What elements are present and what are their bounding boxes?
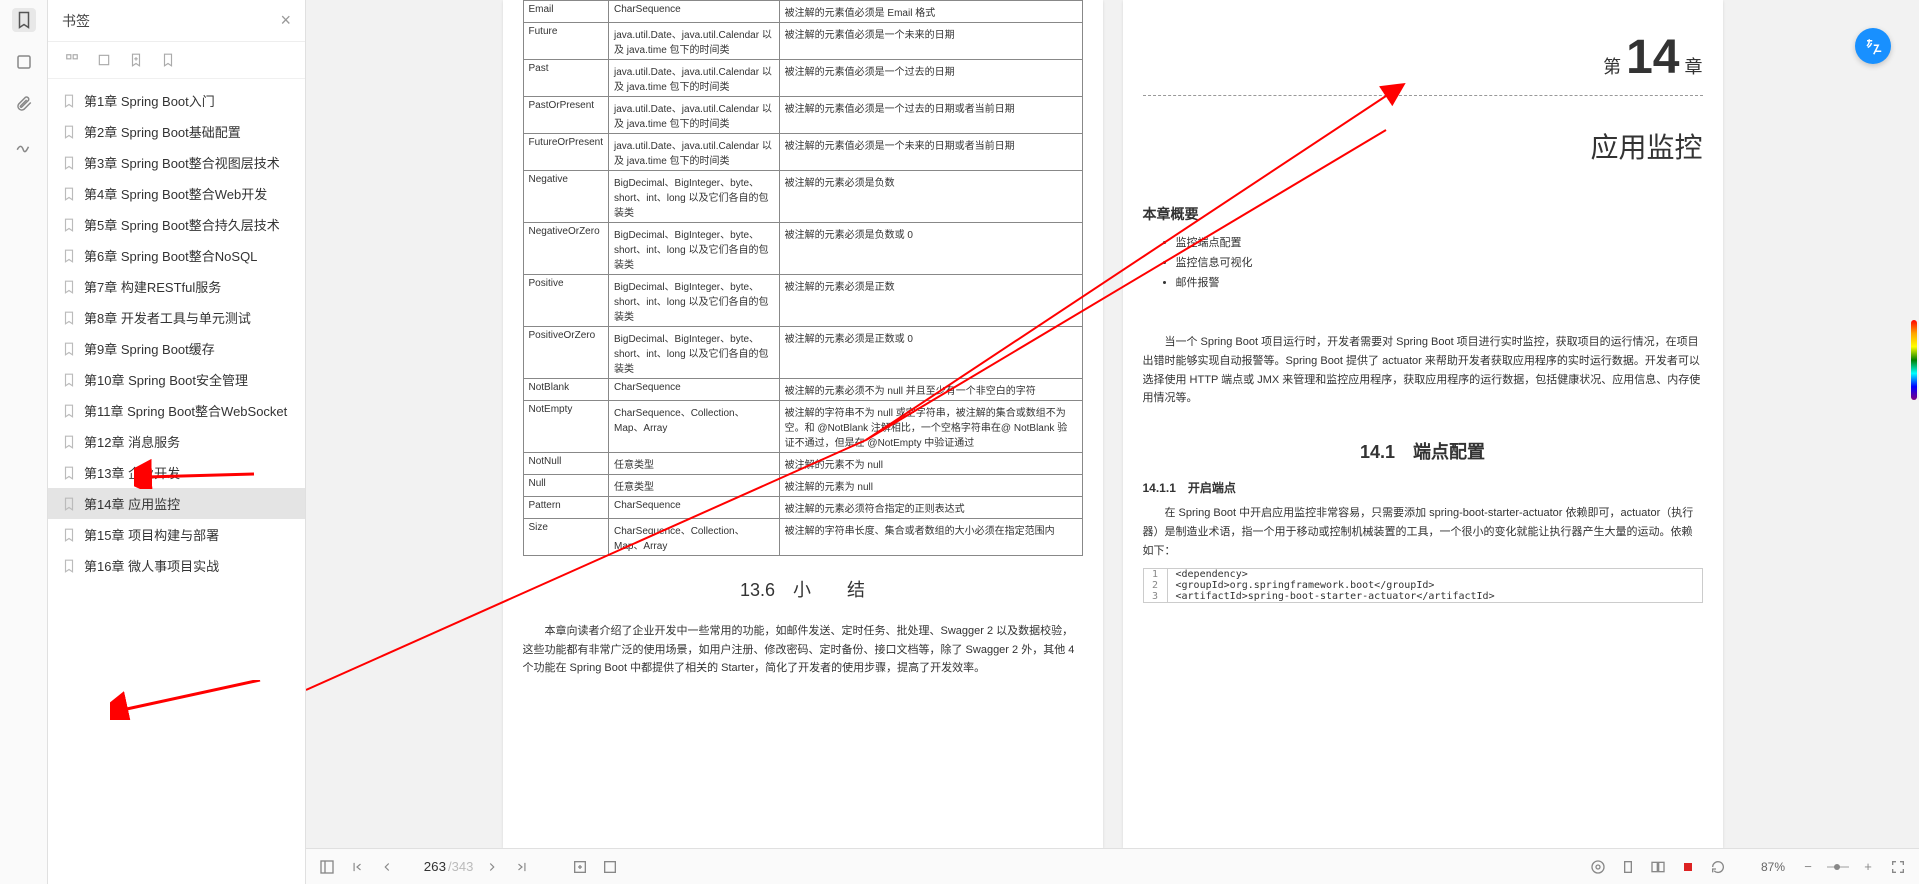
overview-label: 本章概要 — [1143, 204, 1703, 224]
bookmark-item[interactable]: 第7章 构建RESTful服务 — [48, 271, 305, 302]
color-strip[interactable] — [1911, 320, 1917, 400]
read-mode-icon[interactable] — [1587, 856, 1609, 878]
chapter-title: 应用监控 — [1143, 126, 1703, 174]
overview-item: 监控端点配置 — [1176, 234, 1703, 254]
first-page-icon[interactable] — [346, 856, 368, 878]
expand-all-icon[interactable] — [62, 50, 82, 70]
bookmark-item[interactable]: 第4章 Spring Boot整合Web开发 — [48, 178, 305, 209]
prev-page-icon[interactable] — [376, 856, 398, 878]
section-summary: 本章向读者介绍了企业开发中一些常用的功能，如邮件发送、定时任务、批处理、Swag… — [523, 622, 1083, 678]
bookmark-item[interactable]: 第9章 Spring Boot缓存 — [48, 333, 305, 364]
table-row: NegativeOrZeroBigDecimal、BigInteger、byte… — [523, 223, 1082, 275]
sidebar-title: 书签 — [62, 11, 90, 31]
validation-table: EmailCharSequence被注解的元素值必须是 Email 格式Futu… — [523, 0, 1083, 556]
two-page-icon[interactable] — [1647, 856, 1669, 878]
overview-list: 监控端点配置监控信息可视化邮件报警 — [1176, 234, 1703, 293]
bookmark-outline-icon[interactable] — [158, 50, 178, 70]
fullscreen-icon[interactable] — [1887, 856, 1909, 878]
table-row: NotNull任意类型被注解的元素不为 null — [523, 453, 1082, 475]
subsection-paragraph: 在 Spring Boot 中开启应用监控非常容易，只需要添加 spring-b… — [1143, 504, 1703, 560]
bookmark-item[interactable]: 第10章 Spring Boot安全管理 — [48, 364, 305, 395]
footer-toolbar: /343 87% − + — [306, 848, 1919, 884]
table-row: Null任意类型被注解的元素为 null — [523, 475, 1082, 497]
bookmark-icon[interactable] — [12, 8, 36, 32]
table-row: EmailCharSequence被注解的元素值必须是 Email 格式 — [523, 1, 1082, 23]
bookmark-item[interactable]: 第14章 应用监控 — [48, 488, 305, 519]
bookmark-item[interactable]: 第6章 Spring Boot整合NoSQL — [48, 240, 305, 271]
chapter-number: 第 14 章 — [1143, 30, 1703, 85]
auto-scroll-icon[interactable] — [1677, 856, 1699, 878]
translate-float-button[interactable] — [1855, 28, 1891, 64]
intro-paragraph: 当一个 Spring Boot 项目运行时，开发者需要对 Spring Boot… — [1143, 333, 1703, 408]
add-bookmark-icon[interactable] — [126, 50, 146, 70]
bookmark-list: 第1章 Spring Boot入门第2章 Spring Boot基础配置第3章 … — [48, 79, 305, 884]
last-page-icon[interactable] — [511, 856, 533, 878]
section-13-6-title: 13.6 小 结 — [523, 576, 1083, 602]
sidebar-toggle-icon[interactable] — [316, 856, 338, 878]
table-row: NegativeBigDecimal、BigInteger、byte、short… — [523, 171, 1082, 223]
subsection-14-1-1-title: 14.1.1 开启端点 — [1143, 479, 1703, 496]
bookmark-item[interactable]: 第16章 微人事项目实战 — [48, 550, 305, 581]
bookmark-item[interactable]: 第3章 Spring Boot整合视图层技术 — [48, 147, 305, 178]
left-rail — [0, 0, 48, 884]
table-row: NotEmptyCharSequence、Collection、Map、Arra… — [523, 401, 1082, 453]
section-14-1-title: 14.1 端点配置 — [1143, 438, 1703, 464]
table-row: PatternCharSequence被注解的元素必须符合指定的正则表达式 — [523, 497, 1082, 519]
zoom-slider-icon[interactable] — [1827, 856, 1849, 878]
rotate-icon[interactable] — [1707, 856, 1729, 878]
overview-item: 监控信息可视化 — [1176, 254, 1703, 274]
page-right: 第 14 章 应用监控 本章概要 监控端点配置监控信息可视化邮件报警 当一个 S… — [1123, 0, 1723, 848]
table-row: Futurejava.util.Date、java.util.Calendar … — [523, 23, 1082, 60]
table-row: NotBlankCharSequence被注解的元素必须不为 null 并且至少… — [523, 379, 1082, 401]
page-indicator: /343 — [406, 859, 473, 874]
bookmark-item[interactable]: 第13章 企业开发 — [48, 457, 305, 488]
jump-back-icon[interactable] — [599, 856, 621, 878]
zoom-in-icon[interactable]: + — [1857, 856, 1879, 878]
bookmark-item[interactable]: 第1章 Spring Boot入门 — [48, 85, 305, 116]
table-row: PositiveOrZeroBigDecimal、BigInteger、byte… — [523, 327, 1082, 379]
bookmark-item[interactable]: 第11章 Spring Boot整合WebSocket — [48, 395, 305, 426]
bookmark-item[interactable]: 第12章 消息服务 — [48, 426, 305, 457]
bookmark-item[interactable]: 第2章 Spring Boot基础配置 — [48, 116, 305, 147]
page-total: /343 — [448, 859, 473, 874]
zoom-level: 87% — [1761, 860, 1785, 874]
bookmark-sidebar: 书签 × 第1章 Spring Boot入门第2章 Spring Boot基础配… — [48, 0, 306, 884]
table-row: PastOrPresentjava.util.Date、java.util.Ca… — [523, 97, 1082, 134]
page-current-input[interactable] — [406, 859, 446, 874]
table-row: Pastjava.util.Date、java.util.Calendar 以及… — [523, 60, 1082, 97]
jump-icon[interactable] — [569, 856, 591, 878]
code-block: 1<dependency>2 <groupId>org.springframew… — [1143, 568, 1703, 603]
bookmark-item[interactable]: 第15章 项目构建与部署 — [48, 519, 305, 550]
table-row: FutureOrPresentjava.util.Date、java.util.… — [523, 134, 1082, 171]
thumbnail-icon[interactable] — [12, 50, 36, 74]
next-page-icon[interactable] — [481, 856, 503, 878]
bookmark-item[interactable]: 第8章 开发者工具与单元测试 — [48, 302, 305, 333]
collapse-all-icon[interactable] — [94, 50, 114, 70]
close-icon[interactable]: × — [280, 10, 291, 31]
zoom-out-icon[interactable]: − — [1797, 856, 1819, 878]
overview-item: 邮件报警 — [1176, 274, 1703, 294]
bookmark-item[interactable]: 第5章 Spring Boot整合持久层技术 — [48, 209, 305, 240]
table-row: PositiveBigDecimal、BigInteger、byte、short… — [523, 275, 1082, 327]
main-viewer: EmailCharSequence被注解的元素值必须是 Email 格式Futu… — [306, 0, 1919, 884]
single-page-icon[interactable] — [1617, 856, 1639, 878]
signature-icon[interactable] — [12, 134, 36, 158]
attachment-icon[interactable] — [12, 92, 36, 116]
table-row: SizeCharSequence、Collection、Map、Array被注解… — [523, 519, 1082, 556]
page-left: EmailCharSequence被注解的元素值必须是 Email 格式Futu… — [503, 0, 1103, 848]
